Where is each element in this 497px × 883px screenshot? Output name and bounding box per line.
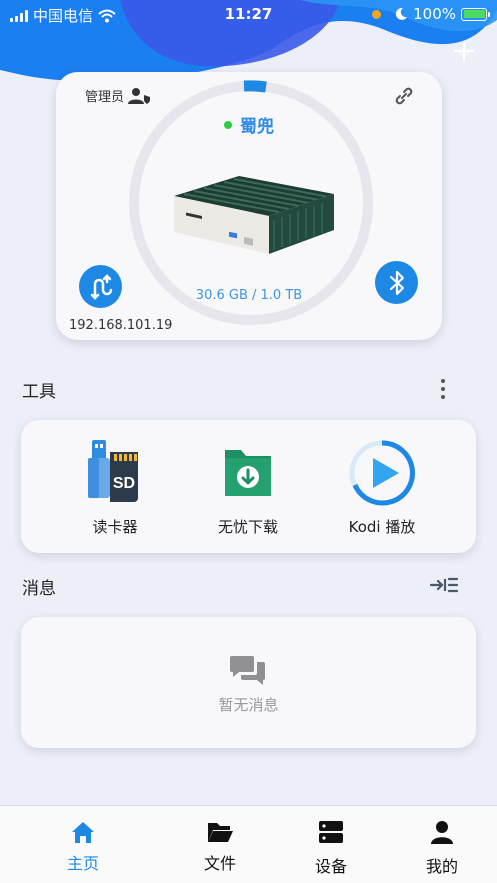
more-vertical-icon[interactable] [438, 378, 448, 400]
sd-card-reader-icon: SD [88, 440, 138, 502]
device-image [174, 176, 334, 254]
home-icon [72, 822, 94, 843]
chat-bubbles-icon [230, 656, 265, 685]
messages-card: 暂无消息 [21, 617, 476, 748]
messages-title: 消息 [22, 579, 56, 599]
tab-profile[interactable]: 我的 [380, 806, 497, 883]
network-route-icon [90, 273, 112, 300]
privacy-dot-icon [372, 9, 382, 19]
bluetooth-icon [389, 270, 404, 295]
tab-label: 我的 [425, 857, 458, 876]
svg-text:SD: SD [113, 475, 135, 492]
tab-label: 文件 [203, 854, 236, 873]
tool-kodi[interactable]: Kodi 播放 [312, 420, 452, 553]
tab-devices[interactable]: 设备 [269, 806, 393, 883]
link-icon[interactable] [392, 84, 416, 108]
tab-bar: 主页 文件 设备 我的 [0, 805, 497, 883]
download-folder-icon [225, 450, 271, 496]
device-name: 蜀兜 [56, 112, 442, 137]
play-icon [349, 440, 415, 506]
online-status-dot [224, 121, 232, 129]
empty-messages-text: 暂无消息 [218, 696, 279, 714]
device-card[interactable]: 管理员 蜀兜 30.6 GB / 1.0 TB 192.168.101.19 [56, 72, 442, 340]
tool-label: 无忧下载 [217, 518, 278, 536]
status-bar: 中国电信 11:27 100% [0, 0, 497, 30]
person-icon [431, 821, 453, 844]
tab-label: 设备 [314, 857, 347, 876]
tab-files[interactable]: 文件 [158, 806, 282, 883]
add-icon[interactable] [451, 38, 477, 64]
server-icon [319, 821, 343, 843]
admin-user-icon [128, 87, 151, 104]
device-ip: 192.168.101.19 [69, 318, 173, 333]
tool-card-reader[interactable]: SD 读卡器 [45, 420, 185, 553]
tools-title: 工具 [22, 382, 56, 402]
battery-icon [461, 7, 490, 21]
battery-percent: 100% [413, 5, 456, 23]
tool-label: Kodi 播放 [348, 518, 416, 536]
moon-icon [395, 7, 408, 20]
tool-download[interactable]: 无忧下载 [178, 420, 318, 553]
network-button[interactable] [79, 265, 122, 308]
tools-card: SD 读卡器 无忧下载 Kodi 播放 [21, 420, 476, 553]
collapse-list-icon[interactable] [430, 575, 458, 595]
tab-label: 主页 [66, 854, 99, 873]
folder-icon [208, 823, 233, 842]
tab-home[interactable]: 主页 [21, 806, 145, 883]
bluetooth-button[interactable] [375, 261, 418, 304]
admin-badge: 管理员 [85, 86, 152, 105]
tool-label: 读卡器 [92, 518, 138, 536]
